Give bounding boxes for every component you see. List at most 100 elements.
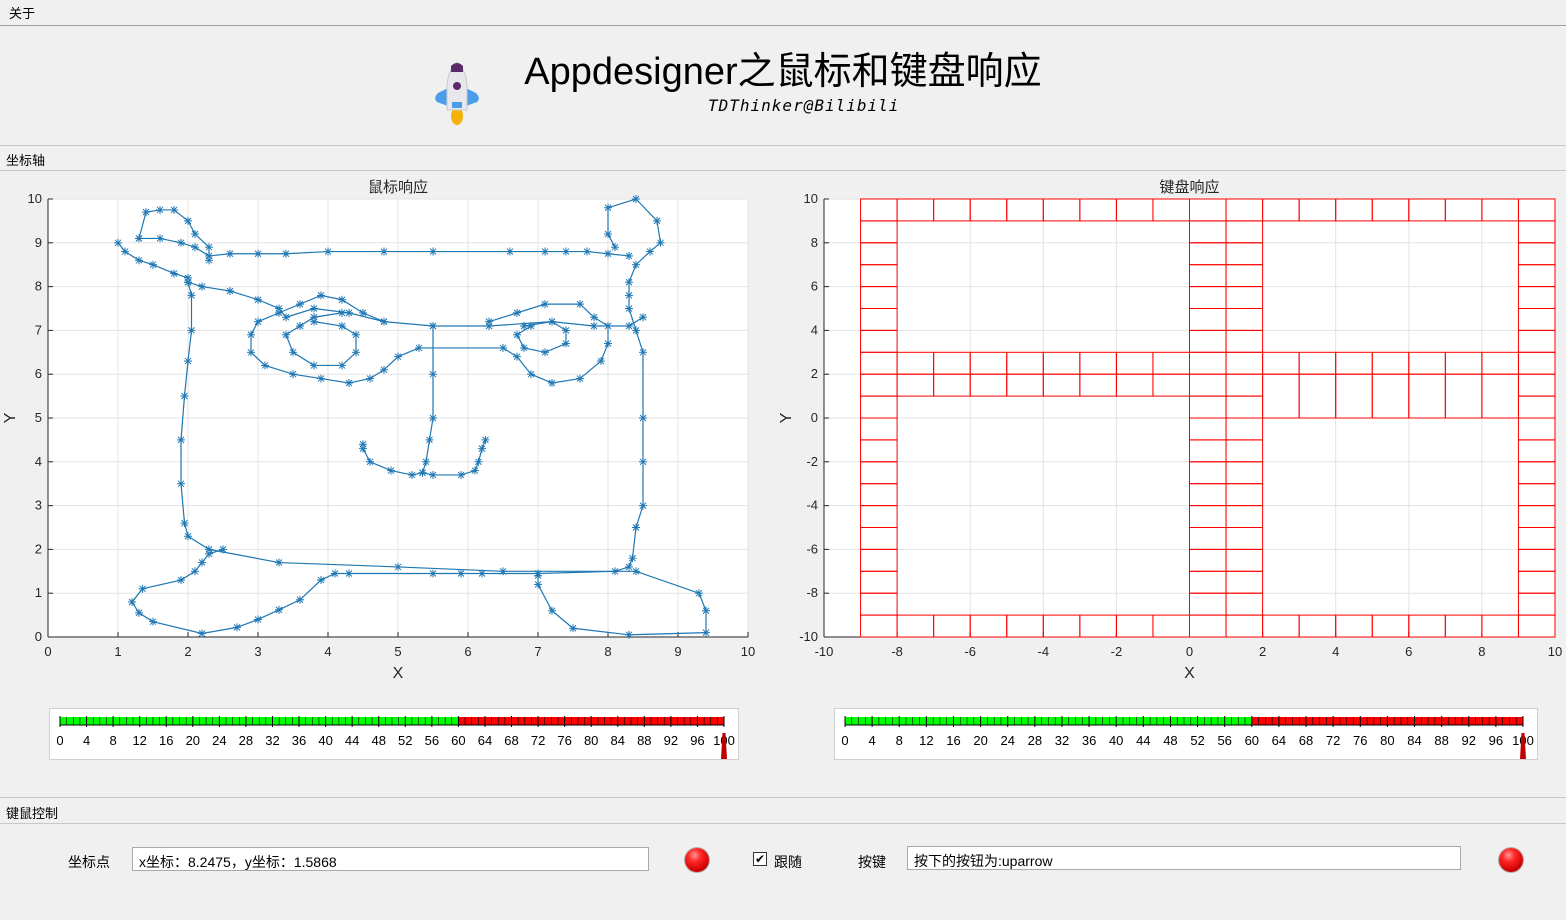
- gauge-tick-label: 36: [292, 733, 306, 748]
- mouse-trace-point: [177, 479, 185, 488]
- mouse-trace-point: [282, 249, 290, 258]
- mouse-trace-point: [422, 457, 430, 466]
- coord-field[interactable]: x坐标：8.2475，y坐标：1.5868: [132, 847, 649, 871]
- mouse-trace-point: [639, 501, 647, 510]
- mouse-trace-point: [429, 569, 437, 578]
- gauge-tick-label: 44: [1136, 733, 1150, 748]
- mouse-trace-point: [702, 606, 710, 615]
- mouse-trace-point: [418, 468, 427, 477]
- y-tick-label: 9: [35, 235, 42, 250]
- mouse-trace-point: [394, 562, 402, 571]
- mouse-trace-point: [331, 569, 339, 578]
- control-panel-title-border: [0, 823, 1566, 824]
- mouse-trace-point: [142, 208, 150, 217]
- x-tick-label: 1: [114, 644, 121, 659]
- mouse-trace-point: [604, 203, 612, 212]
- x-tick-label: 8: [604, 644, 611, 659]
- mouse-trace-point: [625, 291, 633, 300]
- mouse-trace-point: [429, 470, 437, 479]
- mouse-trace-point: [632, 567, 640, 576]
- follow-checkbox[interactable]: ✔: [753, 852, 767, 866]
- y-tick-label: 0: [811, 410, 818, 425]
- gauge-tick-label: 32: [1055, 733, 1069, 748]
- mouse-trace-point: [338, 308, 346, 317]
- key-field[interactable]: 按下的按钮为:uparrow: [907, 846, 1461, 870]
- gauge-tick-label: 64: [478, 733, 492, 748]
- mouse-trace-point: [632, 195, 640, 203]
- mouse-trace-point: [289, 370, 297, 379]
- menu-bar: 关于: [0, 0, 1566, 26]
- y-tick-label: 2: [811, 366, 818, 381]
- mouse-trace-point: [198, 558, 206, 567]
- y-tick-label: -2: [806, 454, 818, 469]
- x-tick-label: 5: [394, 644, 401, 659]
- mouse-trace-point: [135, 234, 143, 243]
- mouse-trace-point: [275, 308, 283, 317]
- gauge-tick-label: 84: [611, 733, 625, 748]
- mouse-trace-point: [338, 295, 346, 304]
- mouse-trace-point: [180, 519, 189, 528]
- mouse-trace-point: [590, 322, 598, 331]
- y-tick-label: 7: [35, 322, 42, 337]
- mouse-trace-point: [611, 243, 619, 252]
- mouse-trace-point: [135, 256, 143, 265]
- mouse-trace-point: [646, 247, 654, 256]
- x-tick-label: 10: [741, 644, 755, 659]
- y-tick-label: 10: [28, 191, 42, 206]
- axes-title: 键盘响应: [1159, 178, 1219, 196]
- mouse-trace-point: [177, 435, 185, 444]
- mouse-trace-point: [513, 352, 521, 361]
- gauge-tick-label: 56: [425, 733, 439, 748]
- mouse-trace-point: [380, 365, 388, 374]
- mouse-trace-point: [394, 352, 402, 361]
- mouse-trace-point: [702, 628, 710, 637]
- mouse-trace-point: [296, 595, 304, 604]
- mouse-trace-point: [261, 361, 269, 370]
- axes-panel-title-border: [0, 170, 1566, 171]
- mouse-trace-point: [254, 295, 262, 304]
- x-axis-label: X: [393, 665, 404, 682]
- axes-panel-title: 坐标轴: [6, 154, 46, 169]
- app-subtitle: TDThinker@Bilibili: [708, 96, 900, 115]
- mouse-trace-point: [149, 260, 157, 269]
- y-tick-label: 4: [35, 454, 42, 469]
- mouse-trace-point: [198, 282, 206, 291]
- gauge-tick-label: 4: [83, 733, 90, 748]
- gauge-tick-label: 96: [1489, 733, 1503, 748]
- control-panel-title: 键鼠控制: [6, 807, 59, 822]
- mouse-trace-point: [247, 330, 255, 339]
- mouse-trace-point: [562, 339, 570, 348]
- keyboard-response-axes[interactable]: -10 -8 -6 -4 -2 0 2 4 6 8 10 -10 -8 -6 -4 -2 0 2 4 6 8 10 键盘响应…: [770, 172, 1566, 687]
- mouse-trace-point: [425, 435, 434, 444]
- mouse-trace-point: [639, 414, 647, 422]
- mouse-trace-point: [170, 269, 178, 278]
- mouse-trace-point: [135, 608, 143, 617]
- mouse-trace-point: [345, 569, 353, 578]
- gauge-tick-label: 0: [56, 733, 63, 748]
- gauge-tick-label: 24: [212, 733, 226, 748]
- mouse-trace-point: [226, 249, 234, 258]
- mouse-trace-point: [317, 374, 325, 383]
- mouse-trace-point: [695, 589, 703, 598]
- x-tick-label: 2: [184, 644, 191, 659]
- mouse-trace-point: [625, 278, 633, 287]
- mouse-trace-point: [548, 317, 556, 326]
- mouse-trace-point: [180, 392, 189, 401]
- x-tick-label: 10: [1548, 644, 1562, 659]
- mouse-trace-point: [282, 313, 290, 322]
- x-tick-label: 7: [534, 644, 541, 659]
- x-tick-label: -4: [1038, 644, 1050, 659]
- mouse-response-axes[interactable]: 0 1 2 3 4 5 6 7 8 9 10 0 1 2 3 4 5 6 7 8 9 10 鼠标响应 X Y: [0, 172, 770, 687]
- menu-about[interactable]: 关于: [9, 3, 35, 22]
- mouse-trace-point: [576, 300, 584, 309]
- mouse-trace-point: [366, 374, 374, 383]
- mouse-trace-point: [478, 444, 486, 453]
- gauge-tick-label: 72: [1326, 733, 1340, 748]
- y-tick-label: 6: [811, 279, 818, 294]
- gauge-tick-label: 80: [1380, 733, 1394, 748]
- gauge-tick-label: 84: [1407, 733, 1421, 748]
- gauge-tick-label: 40: [1109, 733, 1123, 748]
- mouse-trace-point: [625, 322, 633, 331]
- mouse-trace-point: [527, 322, 535, 331]
- mouse-trace-point: [380, 317, 388, 326]
